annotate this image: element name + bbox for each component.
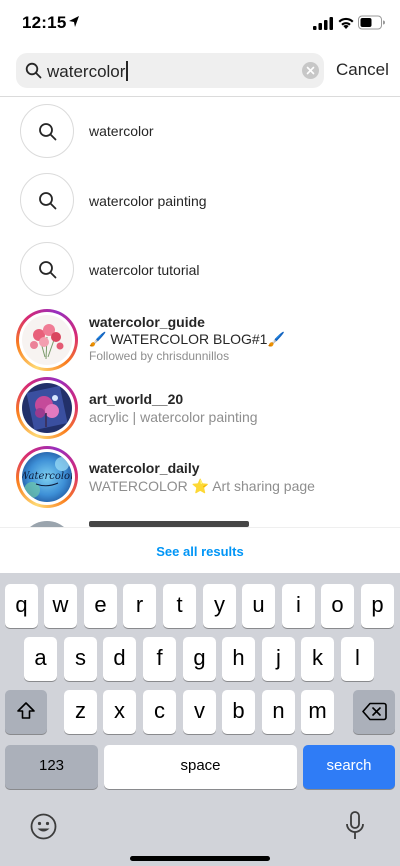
key-w[interactable]: w: [44, 584, 77, 628]
painting-avatar-image: [22, 383, 72, 433]
emoji-icon[interactable]: [30, 813, 57, 840]
home-indicator[interactable]: [130, 856, 270, 861]
text-caret: [126, 61, 128, 81]
search-icon: [39, 261, 57, 279]
story-ring: [16, 377, 78, 439]
query-circle: [20, 104, 74, 158]
query-label: watercolor painting: [89, 193, 207, 209]
avatar: [22, 383, 72, 433]
microphone-icon[interactable]: [345, 811, 365, 841]
avatar-logo-text: Watercolor: [22, 471, 72, 482]
battery-icon: [358, 15, 385, 30]
avatar: Watercolor: [22, 452, 72, 502]
account-username: art_world__20: [89, 391, 184, 407]
query-label: watercolor tutorial: [89, 262, 200, 278]
key-h[interactable]: h: [222, 637, 255, 681]
search-icon: [39, 123, 57, 141]
query-suggestion-row[interactable]: watercolor painting: [0, 173, 400, 241]
search-results-list: watercolor watercolor painting watercolo…: [0, 97, 400, 527]
account-row[interactable]: Watercolor watercolor_daily WATERCOLOR ⭐…: [0, 446, 400, 514]
account-followed-by: Followed by chrisdunnillos: [89, 349, 230, 363]
key-a[interactable]: a: [24, 637, 57, 681]
key-p[interactable]: p: [361, 584, 394, 628]
account-bio: 🖌️ WATERCOLOR BLOG#1🖌️: [89, 331, 285, 347]
story-ring: Watercolor: [16, 446, 78, 508]
see-all-bar: See all results: [0, 527, 400, 573]
see-all-results-link[interactable]: See all results: [0, 544, 400, 559]
account-username: watercolor_daily: [89, 460, 200, 476]
key-v[interactable]: v: [183, 690, 216, 734]
query-circle: [20, 173, 74, 227]
key-j[interactable]: j: [262, 637, 295, 681]
query-suggestion-row[interactable]: watercolor tutorial: [0, 242, 400, 310]
avatar: [22, 315, 72, 365]
key-l[interactable]: l: [341, 637, 374, 681]
watercolor-logo-avatar: Watercolor: [22, 452, 72, 502]
search-icon: [39, 192, 57, 210]
key-m[interactable]: m: [301, 690, 334, 734]
key-n[interactable]: n: [262, 690, 295, 734]
keyboard: q w e r t y u i o p a s d f g h j k l z …: [0, 573, 400, 866]
key-q[interactable]: q: [5, 584, 38, 628]
space-key[interactable]: space: [104, 745, 297, 789]
key-y[interactable]: y: [203, 584, 236, 628]
status-time: 12:15: [22, 13, 67, 32]
account-bio: acrylic | watercolor painting: [89, 409, 258, 425]
key-k[interactable]: k: [301, 637, 334, 681]
key-u[interactable]: u: [242, 584, 275, 628]
story-ring: [16, 309, 78, 371]
search-input[interactable]: watercolor: [47, 61, 128, 82]
query-circle: [20, 242, 74, 296]
account-bio: WATERCOLOR ⭐ Art sharing page: [89, 478, 315, 494]
search-field[interactable]: watercolor: [16, 53, 324, 88]
account-row[interactable]: art_world__20 acrylic | watercolor paint…: [0, 377, 400, 445]
cellular-signal-icon: [313, 17, 333, 30]
query-suggestion-row[interactable]: watercolor: [0, 103, 400, 171]
location-arrow-icon: [69, 16, 79, 27]
wifi-icon: [338, 17, 354, 29]
query-label: watercolor: [89, 123, 154, 139]
clear-search-icon[interactable]: [302, 62, 319, 79]
search-query-text: watercolor: [47, 62, 126, 81]
key-x[interactable]: x: [103, 690, 136, 734]
shift-key[interactable]: [5, 690, 47, 734]
key-z[interactable]: z: [64, 690, 97, 734]
key-c[interactable]: c: [143, 690, 176, 734]
search-key[interactable]: search: [303, 745, 395, 789]
delete-key[interactable]: [353, 690, 395, 734]
key-d[interactable]: d: [103, 637, 136, 681]
flowers-avatar-image: [22, 315, 72, 365]
account-row[interactable]: watercolor_guide 🖌️ WATERCOLOR BLOG#1🖌️ …: [0, 309, 400, 377]
search-icon: [25, 62, 42, 79]
key-b[interactable]: b: [222, 690, 255, 734]
key-e[interactable]: e: [84, 584, 117, 628]
key-t[interactable]: t: [163, 584, 196, 628]
shift-arrow-icon: [17, 702, 35, 719]
key-i[interactable]: i: [282, 584, 315, 628]
backspace-icon: [362, 702, 387, 721]
key-o[interactable]: o: [321, 584, 354, 628]
cancel-button[interactable]: Cancel: [336, 60, 389, 80]
status-bar: 12:15: [0, 0, 400, 46]
key-g[interactable]: g: [183, 637, 216, 681]
key-f[interactable]: f: [143, 637, 176, 681]
key-s[interactable]: s: [64, 637, 97, 681]
numbers-key[interactable]: 123: [5, 745, 98, 789]
account-username: watercolor_guide: [89, 314, 205, 330]
key-r[interactable]: r: [123, 584, 156, 628]
